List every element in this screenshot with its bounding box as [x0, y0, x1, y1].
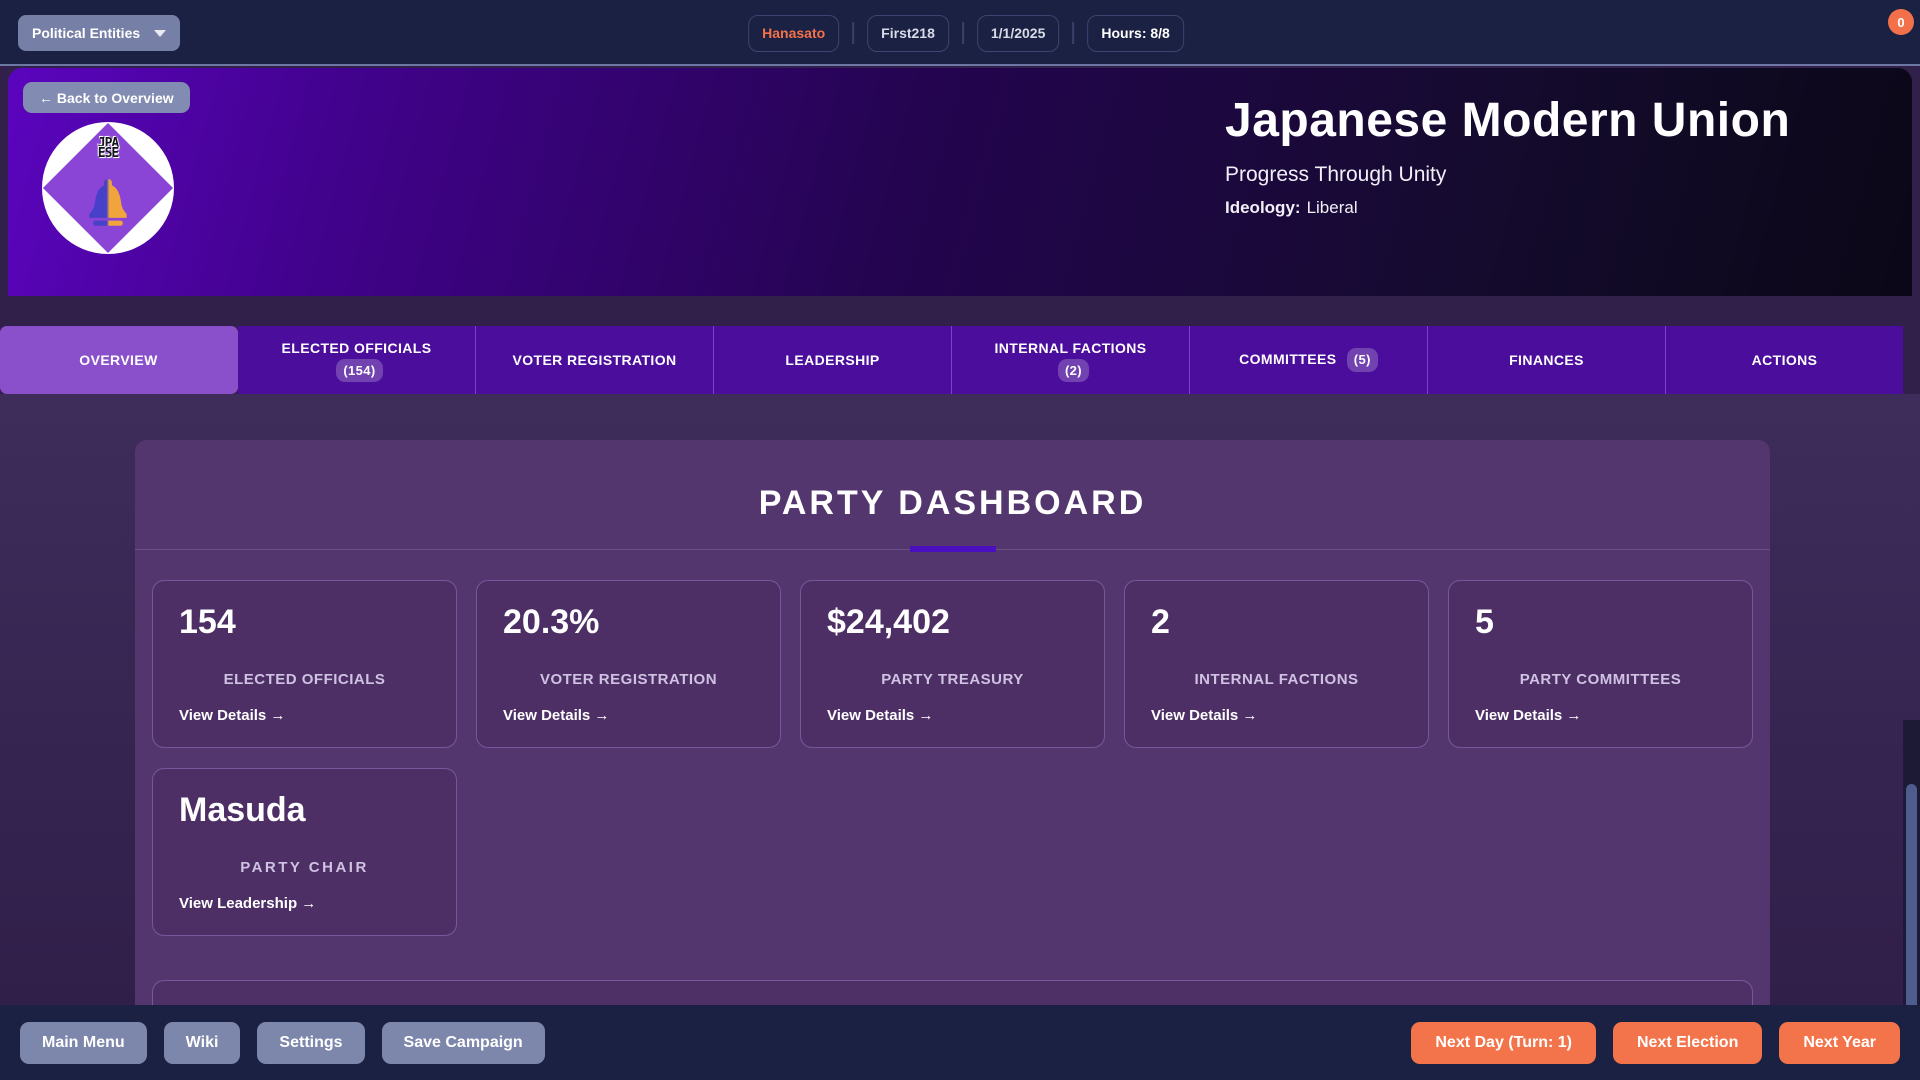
- party-slogan: Progress Through Unity: [1225, 163, 1862, 187]
- chair-name: Masuda: [179, 791, 306, 830]
- view-details-link[interactable]: View Details →: [179, 707, 285, 724]
- view-details-link[interactable]: View Details →: [1475, 707, 1581, 724]
- tab-count-badge: (2): [1058, 359, 1089, 383]
- settings-button[interactable]: Settings: [257, 1022, 364, 1064]
- tab-label: INTERNAL FACTIONS: [995, 340, 1147, 356]
- player-name-pill[interactable]: Hanasato: [748, 15, 839, 52]
- party-ideology: Ideology: Liberal: [1225, 198, 1862, 218]
- tab-label: VOTER REGISTRATION: [512, 352, 676, 368]
- panel-title: PARTY DASHBOARD: [135, 484, 1770, 523]
- view-details-link[interactable]: View Details →: [827, 707, 933, 724]
- next-day-button[interactable]: Next Day (Turn: 1): [1411, 1022, 1596, 1064]
- stat-value: 2: [1151, 603, 1170, 642]
- entity-dropdown-label: Political Entities: [32, 25, 140, 41]
- pill-separator: [1072, 22, 1074, 44]
- liberty-bell-icon: [85, 178, 131, 228]
- bottom-bar: Main Menu Wiki Settings Save Campaign Ne…: [0, 1005, 1920, 1080]
- status-pill-group: Hanasato First218 1/1/2025 Hours: 8/8: [748, 0, 1184, 66]
- app-root: Political Entities Hanasato First218 1/1…: [0, 0, 1920, 1080]
- party-dashboard-panel: PARTY DASHBOARD 154 ELECTED OFFICIALS Vi…: [135, 440, 1770, 1005]
- ideology-value: Liberal: [1307, 198, 1358, 217]
- top-bar: Political Entities Hanasato First218 1/1…: [0, 0, 1920, 66]
- system-buttons: Main Menu Wiki Settings Save Campaign: [20, 1022, 545, 1064]
- tab-label: ELECTED OFFICIALS: [282, 340, 432, 356]
- stat-value: $24,402: [827, 603, 950, 642]
- tab-finances[interactable]: FINANCES: [1428, 326, 1666, 394]
- tab-voter-registration[interactable]: VOTER REGISTRATION: [476, 326, 714, 394]
- stat-card-party-committees: 5 PARTY COMMITTEES View Details →: [1448, 580, 1753, 748]
- view-leadership-link[interactable]: View Leadership →: [179, 895, 316, 912]
- ideology-label: Ideology:: [1225, 198, 1301, 217]
- entity-dropdown[interactable]: Political Entities: [18, 15, 180, 51]
- tab-count-badge: (5): [1347, 348, 1378, 372]
- stat-label: PARTY TREASURY: [801, 671, 1104, 688]
- stat-card-elected-officials: 154 ELECTED OFFICIALS View Details →: [152, 580, 457, 748]
- tab-leadership[interactable]: LEADERSHIP: [714, 326, 952, 394]
- stat-value: 20.3%: [503, 603, 599, 642]
- pill-separator: [962, 22, 964, 44]
- save-name-pill: First218: [867, 15, 949, 52]
- stat-card-party-chair: Masuda PARTY CHAIR View Leadership →: [152, 768, 457, 936]
- hours-pill: Hours: 8/8: [1087, 15, 1183, 52]
- next-election-button[interactable]: Next Election: [1613, 1022, 1762, 1064]
- tab-overview[interactable]: OVERVIEW: [0, 326, 238, 394]
- scrollbar-track[interactable]: [1903, 720, 1920, 1005]
- logo-text: JPA ESE: [42, 139, 174, 160]
- back-to-overview-button[interactable]: ← Back to Overview: [23, 82, 190, 113]
- scrollbar-thumb[interactable]: [1906, 784, 1917, 1005]
- notification-badge[interactable]: 0: [1888, 9, 1914, 35]
- tab-count-badge: (154): [336, 359, 382, 383]
- tab-internal-factions[interactable]: INTERNAL FACTIONS (2): [952, 326, 1190, 394]
- stat-cards-grid: 154 ELECTED OFFICIALS View Details → 20.…: [152, 580, 1753, 936]
- tab-committees[interactable]: COMMITTEES (5): [1190, 326, 1428, 394]
- stat-card-party-treasury: $24,402 PARTY TREASURY View Details →: [800, 580, 1105, 748]
- tab-label: LEADERSHIP: [785, 352, 879, 368]
- chair-label: PARTY CHAIR: [153, 859, 456, 876]
- title-accent-bar: [910, 546, 996, 552]
- tab-label: COMMITTEES: [1239, 351, 1336, 367]
- stat-label: INTERNAL FACTIONS: [1125, 671, 1428, 688]
- content-area: PARTY DASHBOARD 154 ELECTED OFFICIALS Vi…: [0, 394, 1920, 1005]
- main-menu-button[interactable]: Main Menu: [20, 1022, 147, 1064]
- logo-text-line2: ESE: [42, 149, 174, 159]
- next-section-card: [152, 980, 1753, 1005]
- panel-head: PARTY DASHBOARD: [135, 440, 1770, 550]
- view-details-link[interactable]: View Details →: [1151, 707, 1257, 724]
- stat-label: PARTY COMMITTEES: [1449, 671, 1752, 688]
- party-header: ← Back to Overview JPA ESE Japanese Mode…: [8, 68, 1912, 296]
- stat-value: 154: [179, 603, 236, 642]
- tab-actions[interactable]: ACTIONS: [1666, 326, 1903, 394]
- next-year-button[interactable]: Next Year: [1779, 1022, 1900, 1064]
- party-logo: JPA ESE: [42, 122, 174, 254]
- tab-elected-officials[interactable]: ELECTED OFFICIALS (154): [238, 326, 476, 394]
- pill-separator: [852, 22, 854, 44]
- tab-label: ACTIONS: [1752, 352, 1818, 368]
- party-header-text: Japanese Modern Union Progress Through U…: [1225, 95, 1862, 218]
- save-campaign-button[interactable]: Save Campaign: [382, 1022, 545, 1064]
- stat-label: VOTER REGISTRATION: [477, 671, 780, 688]
- stat-card-voter-registration: 20.3% VOTER REGISTRATION View Details →: [476, 580, 781, 748]
- date-pill: 1/1/2025: [977, 15, 1060, 52]
- stat-label: ELECTED OFFICIALS: [153, 671, 456, 688]
- page-title: Japanese Modern Union: [1225, 95, 1862, 148]
- chevron-down-icon: [154, 30, 166, 37]
- stat-card-internal-factions: 2 INTERNAL FACTIONS View Details →: [1124, 580, 1429, 748]
- tab-label: OVERVIEW: [79, 352, 157, 368]
- tab-bar: OVERVIEW ELECTED OFFICIALS (154) VOTER R…: [0, 326, 1903, 394]
- turn-buttons: Next Day (Turn: 1) Next Election Next Ye…: [1411, 1022, 1900, 1064]
- wiki-button[interactable]: Wiki: [164, 1022, 241, 1064]
- tab-label: FINANCES: [1509, 352, 1584, 368]
- view-details-link[interactable]: View Details →: [503, 707, 609, 724]
- stat-value: 5: [1475, 603, 1494, 642]
